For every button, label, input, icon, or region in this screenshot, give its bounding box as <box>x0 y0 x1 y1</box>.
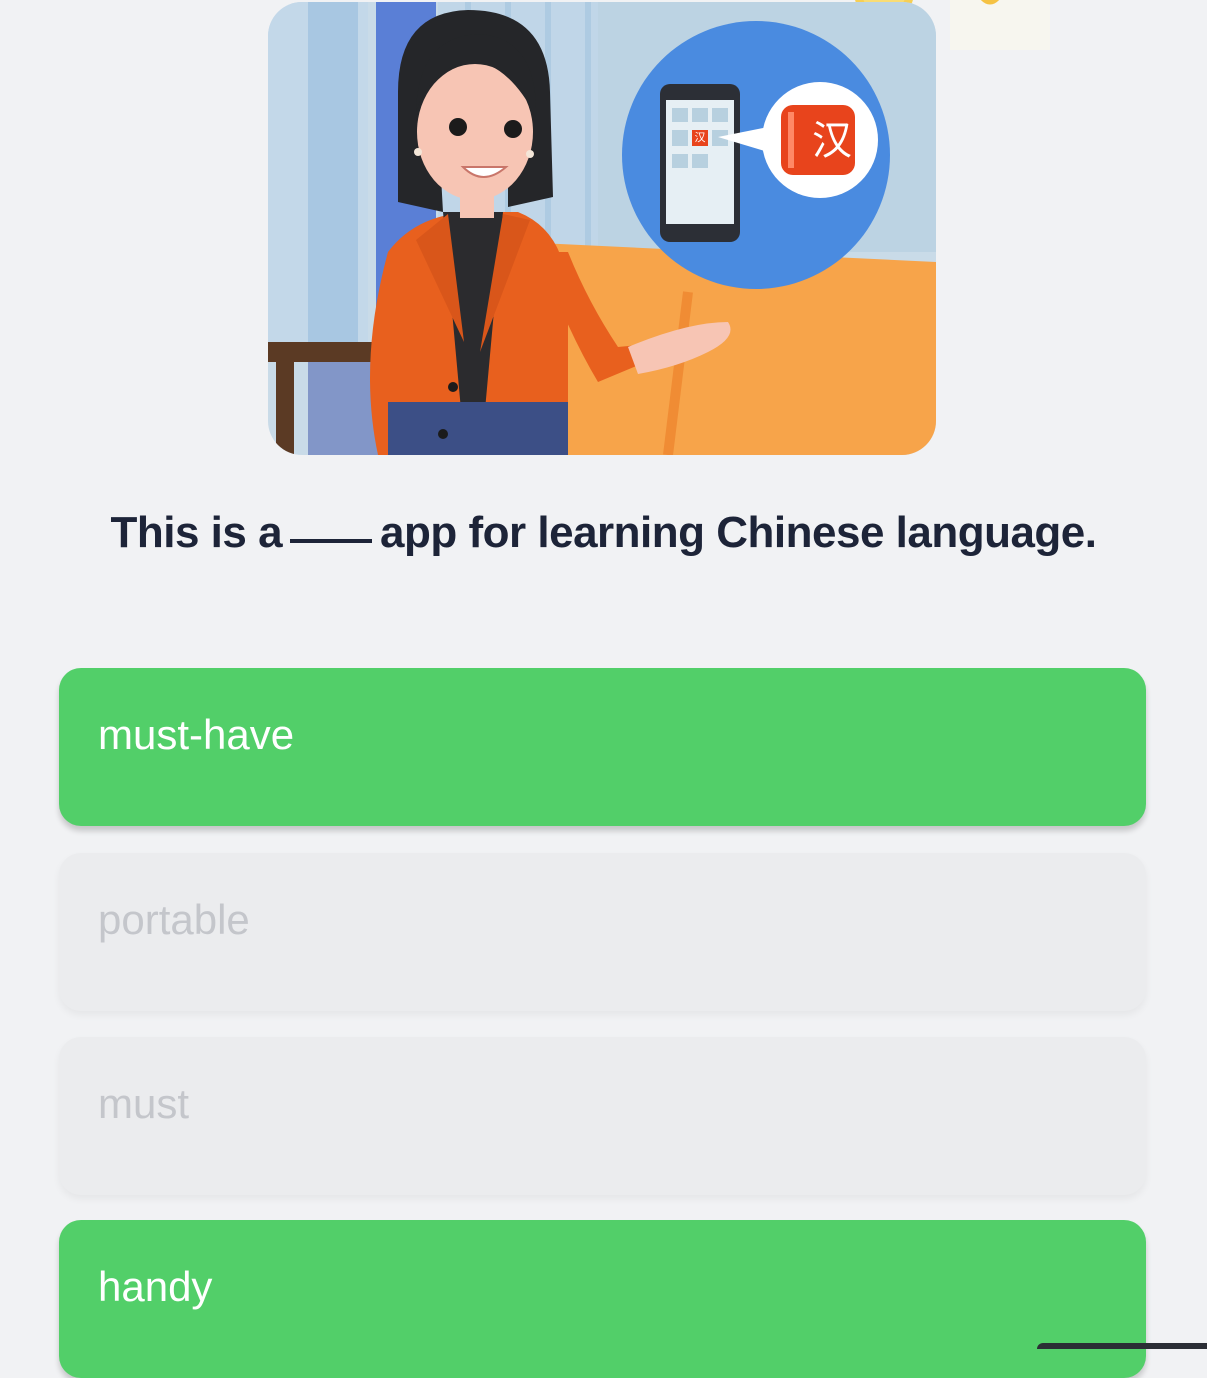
option-label: handy <box>98 1263 213 1310</box>
phone-app-glyph-icon: 汉 <box>694 131 706 144</box>
bottom-overlay-edge <box>1037 1343 1207 1349</box>
option-label: portable <box>98 896 250 943</box>
question-illustration <box>268 2 936 455</box>
option-portable[interactable]: portable <box>59 853 1146 1011</box>
option-must[interactable]: must <box>59 1037 1146 1195</box>
question-text: This is a app for learning Chinese langua… <box>0 508 1207 558</box>
option-must-have[interactable]: must-have <box>59 668 1146 826</box>
question-before: This is a <box>110 508 283 557</box>
option-label: must <box>98 1080 190 1127</box>
option-label: must-have <box>98 711 295 758</box>
chinese-character-icon: 汉 <box>812 118 852 164</box>
question-blank <box>290 539 373 543</box>
option-handy[interactable]: handy <box>59 1220 1146 1378</box>
question-after: app for learning Chinese language. <box>380 508 1097 557</box>
